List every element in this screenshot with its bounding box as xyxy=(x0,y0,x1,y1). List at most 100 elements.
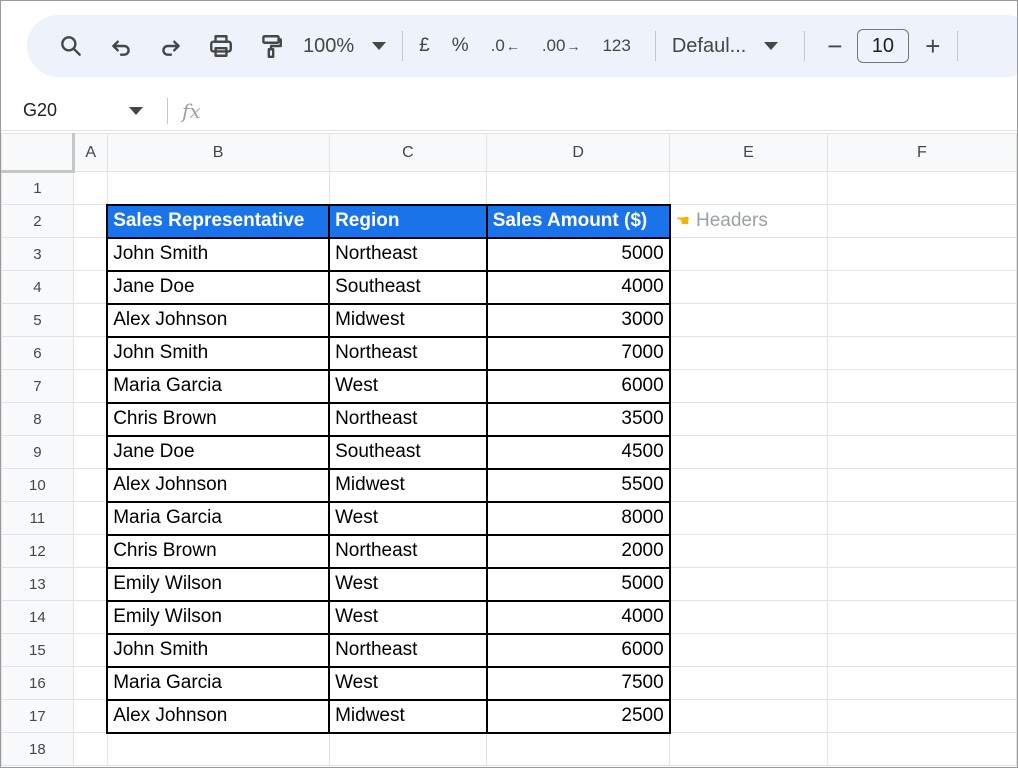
table-cell-region[interactable]: Northeast xyxy=(328,401,488,437)
table-header-cell[interactable]: Sales Representative xyxy=(106,203,331,239)
cell[interactable] xyxy=(72,402,108,436)
cell[interactable] xyxy=(106,171,330,205)
cell[interactable] xyxy=(72,633,108,667)
table-cell-amount[interactable]: 6000 xyxy=(485,632,671,668)
table-cell-amount[interactable]: 4000 xyxy=(485,599,671,635)
cell[interactable] xyxy=(669,534,828,568)
cell[interactable] xyxy=(826,666,1017,700)
cell[interactable] xyxy=(826,468,1017,502)
row-header[interactable]: 5 xyxy=(1,303,74,337)
cell[interactable] xyxy=(826,567,1017,601)
column-header[interactable]: E xyxy=(669,133,828,172)
table-cell-rep[interactable]: Chris Brown xyxy=(106,401,331,437)
column-header[interactable]: A xyxy=(72,133,108,172)
table-cell-rep[interactable]: Emily Wilson xyxy=(106,566,331,602)
table-cell-region[interactable]: Midwest xyxy=(328,302,488,338)
print-icon[interactable] xyxy=(203,26,239,66)
cell[interactable] xyxy=(72,237,108,271)
cell[interactable] xyxy=(669,171,828,205)
table-cell-amount[interactable]: 2000 xyxy=(485,533,671,569)
cell[interactable] xyxy=(826,402,1017,436)
row-header[interactable]: 15 xyxy=(1,633,74,667)
cell[interactable] xyxy=(72,567,108,601)
cell[interactable] xyxy=(826,270,1017,304)
cell[interactable] xyxy=(826,204,1017,238)
row-header[interactable]: 2 xyxy=(1,204,74,238)
table-cell-amount[interactable]: 7000 xyxy=(485,335,671,371)
cell[interactable] xyxy=(72,303,108,337)
table-header-cell[interactable]: Region xyxy=(328,203,488,239)
table-cell-rep[interactable]: Maria Garcia xyxy=(106,368,331,404)
table-cell-amount[interactable]: 4500 xyxy=(485,434,671,470)
cell[interactable] xyxy=(826,336,1017,370)
cell[interactable] xyxy=(669,237,828,271)
table-cell-amount[interactable]: 5000 xyxy=(485,566,671,602)
cell[interactable] xyxy=(72,435,108,469)
table-cell-region[interactable]: Southeast xyxy=(328,434,488,470)
table-cell-region[interactable]: West xyxy=(328,500,488,536)
table-cell-region[interactable]: West xyxy=(328,665,488,701)
table-cell-region[interactable]: Midwest xyxy=(328,467,488,503)
cell[interactable] xyxy=(669,468,828,502)
cell[interactable] xyxy=(669,270,828,304)
row-header[interactable]: 6 xyxy=(1,336,74,370)
row-header[interactable]: 3 xyxy=(1,237,74,271)
cell[interactable] xyxy=(669,633,828,667)
table-cell-region[interactable]: Northeast xyxy=(328,335,488,371)
table-cell-rep[interactable]: Chris Brown xyxy=(106,533,331,569)
cell[interactable] xyxy=(826,369,1017,403)
row-header[interactable]: 13 xyxy=(1,567,74,601)
increase-font-size-button[interactable]: + xyxy=(919,31,947,62)
cell[interactable] xyxy=(669,336,828,370)
zoom-select[interactable]: 100% xyxy=(303,35,387,58)
cell[interactable] xyxy=(826,435,1017,469)
table-cell-rep[interactable]: John Smith xyxy=(106,632,331,668)
cell[interactable] xyxy=(328,732,488,766)
cell[interactable] xyxy=(669,402,828,436)
search-icon[interactable] xyxy=(53,26,89,66)
row-header[interactable]: 9 xyxy=(1,435,74,469)
table-cell-amount[interactable]: 7500 xyxy=(485,665,671,701)
decrease-font-size-button[interactable]: − xyxy=(821,31,849,62)
name-box[interactable]: G20 xyxy=(1,100,153,121)
cell[interactable] xyxy=(72,666,108,700)
formula-input[interactable] xyxy=(201,96,1017,126)
paint-format-icon[interactable] xyxy=(253,26,289,66)
cell[interactable] xyxy=(72,732,108,766)
more-formats-button[interactable]: 123 xyxy=(602,36,630,56)
row-header[interactable]: 16 xyxy=(1,666,74,700)
percent-format-button[interactable]: % xyxy=(452,35,469,57)
table-cell-amount[interactable]: 5500 xyxy=(485,467,671,503)
table-cell-rep[interactable]: Alex Johnson xyxy=(106,698,331,734)
cell[interactable] xyxy=(826,732,1017,766)
table-cell-region[interactable]: Southeast xyxy=(328,269,488,305)
cell[interactable] xyxy=(669,369,828,403)
table-cell-amount[interactable]: 8000 xyxy=(485,500,671,536)
font-select[interactable]: Defaul... xyxy=(672,35,794,58)
cell[interactable] xyxy=(72,600,108,634)
table-cell-rep[interactable]: Alex Johnson xyxy=(106,467,331,503)
table-cell-amount[interactable]: 3500 xyxy=(485,401,671,437)
column-header[interactable]: C xyxy=(328,133,488,172)
cell[interactable] xyxy=(72,534,108,568)
cell[interactable] xyxy=(72,468,108,502)
row-header[interactable]: 11 xyxy=(1,501,74,535)
table-cell-region[interactable]: West xyxy=(328,566,488,602)
table-cell-region[interactable]: West xyxy=(328,368,488,404)
cell[interactable] xyxy=(486,171,671,205)
table-cell-rep[interactable]: Jane Doe xyxy=(106,434,331,470)
cell[interactable] xyxy=(826,534,1017,568)
row-header[interactable]: 8 xyxy=(1,402,74,436)
select-all-corner[interactable] xyxy=(1,133,75,173)
table-cell-region[interactable]: Northeast xyxy=(328,236,488,272)
cell[interactable] xyxy=(106,732,330,766)
cell[interactable] xyxy=(72,336,108,370)
cell[interactable] xyxy=(826,171,1017,205)
table-cell-amount[interactable]: 2500 xyxy=(485,698,671,734)
table-cell-rep[interactable]: Emily Wilson xyxy=(106,599,331,635)
increase-decimal-button[interactable]: .00 → xyxy=(542,36,581,56)
cell[interactable] xyxy=(826,600,1017,634)
cell[interactable] xyxy=(669,567,828,601)
row-header[interactable]: 12 xyxy=(1,534,74,568)
decrease-decimal-button[interactable]: .0 ← xyxy=(491,36,520,56)
